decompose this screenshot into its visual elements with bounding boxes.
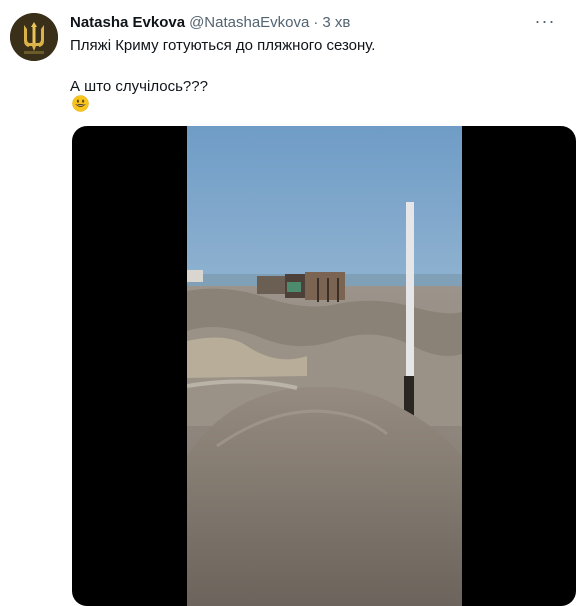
- more-dots-icon: ···: [534, 10, 556, 31]
- tweet-text-line-1: Пляжі Криму готуються до пляжного сезону…: [70, 37, 376, 54]
- tweet-text-line-2: А што случілось???: [70, 78, 208, 95]
- timestamp[interactable]: 3 хв: [322, 14, 350, 31]
- tweet[interactable]: Natasha Evkova @NatashaEvkova · 3 хв ···…: [0, 0, 580, 606]
- grinning-face-emoji-icon: [72, 95, 89, 112]
- video-player[interactable]: [72, 126, 576, 606]
- beach-video-still: [187, 126, 462, 606]
- avatar[interactable]: [10, 13, 58, 61]
- trident-avatar-icon: [10, 13, 58, 61]
- author-handle[interactable]: @NatashaEvkova: [189, 14, 309, 31]
- more-options-button[interactable]: ···: [534, 10, 556, 32]
- video-frame: [187, 126, 462, 606]
- tweet-header: Natasha Evkova @NatashaEvkova · 3 хв: [70, 12, 350, 32]
- author-name[interactable]: Natasha Evkova: [70, 14, 185, 31]
- separator-dot: ·: [313, 13, 319, 31]
